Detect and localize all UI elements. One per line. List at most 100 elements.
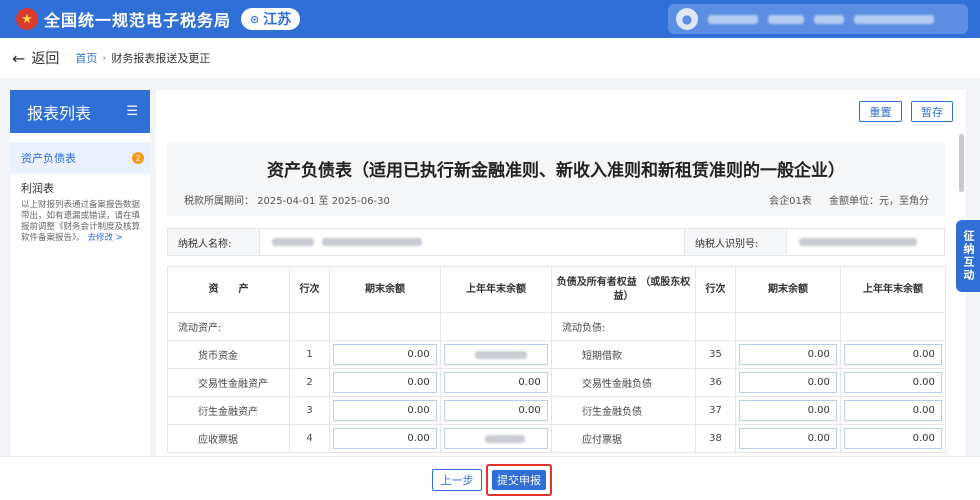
line-no: 36 [695,368,736,397]
liability-item-label: 衍生金融负债 [551,396,696,425]
taxpayer-info-row: 纳税人名称: 纳税人识别号: [167,228,945,256]
user-account-box[interactable]: ● [668,4,968,34]
section-current-liabilities: 流动负债: [551,312,696,341]
liability-item-label: 短期借款 [551,340,696,369]
back-arrow-icon[interactable]: ← [12,49,25,68]
section-current-assets: 流动资产: [167,312,290,341]
prev-balance-input[interactable]: 0.00 [844,344,942,365]
line-no: 37 [695,396,736,425]
prev-balance-input[interactable]: 0.00 [844,428,942,449]
report-header: 资产负债表（适用已执行新金融准则、新收入准则和新租赁准则的一般企业） 税款所属期… [167,142,945,216]
report-list-sidebar: 报表列表 ☰ 资产负债表 2 利润表 以上财报列表通过备案报告数据带出，如有遗漏… [10,90,150,456]
table-row: 应收票据 4 0.00 应付票据 38 0.00 0.00 [167,424,946,453]
national-emblem-icon: ★ [16,8,38,30]
redacted-user-name [708,14,758,24]
redacted-text [272,238,314,246]
end-balance-input[interactable]: 0.00 [739,400,837,421]
taxpayer-name-value [260,229,685,255]
liability-item-label: 交易性金融负债 [551,368,696,397]
user-avatar-icon: ● [676,8,698,30]
amount-unit: 金额单位：元，至角分 [829,196,929,207]
line-no: 3 [289,396,330,425]
table-row: 衍生金融资产 3 0.00 0.00 衍生金融负债 37 0.00 0.00 [167,396,946,425]
col-header-assets: 资 产 [167,266,290,313]
vertical-scrollbar[interactable] [959,134,964,192]
col-header-line-no: 行次 [695,266,736,313]
region-label: 江苏 [263,12,292,28]
modify-link[interactable]: 去修改 > [87,233,122,243]
redacted-value [475,351,528,359]
site-title: 全国统一规范电子税务局 [44,11,232,30]
prev-balance-input[interactable] [444,428,548,449]
back-button[interactable]: 返回 [31,48,59,68]
table-row: 货币资金 1 0.00 短期借款 35 0.00 0.00 [167,340,946,369]
redacted-text [799,238,917,246]
period-start: 2025-04-01 [257,196,316,207]
col-header-prev-year-balance: 上年年末余额 [440,266,552,313]
form-code: 会企01表 [769,196,812,207]
collapse-menu-icon[interactable]: ☰ [126,104,138,119]
end-balance-input[interactable]: 0.00 [739,372,837,393]
report-meta: 会企01表 金额单位：元，至角分 [755,192,929,207]
period-end: 2025-06-30 [331,196,390,207]
redacted-user-info [768,14,804,24]
submit-declaration-button[interactable]: 提交申报 [492,470,546,490]
line-no: 4 [289,424,330,453]
redacted-user-info [854,14,934,24]
liability-item-label: 应付票据 [551,424,696,453]
col-header-prev-year-balance: 上年年末余额 [840,266,946,313]
line-no: 2 [289,368,330,397]
end-balance-input[interactable]: 0.00 [333,428,437,449]
end-balance-input[interactable]: 0.00 [333,400,437,421]
taxpayer-id-label: 纳税人识别号: [685,229,787,255]
report-main-panel: 重置 暂存 资产负债表（适用已执行新金融准则、新收入准则和新租赁准则的一般企业）… [156,90,966,456]
taxpayer-id-value [787,229,944,255]
period-label: 税款所属期间： [184,196,254,207]
taxpayer-name-label: 纳税人名称: [168,229,260,255]
sidebar-header: 报表列表 ☰ [10,90,150,133]
prev-balance-input[interactable]: 0.00 [844,400,942,421]
line-no: 35 [695,340,736,369]
end-balance-input[interactable]: 0.00 [333,344,437,365]
breadcrumb-bar: ← 返回 首页 › 财务报表报送及更正 [0,38,980,78]
sidebar-title: 报表列表 [27,103,92,123]
previous-step-button[interactable]: 上一步 [432,469,482,491]
sidebar-item-label: 资产负债表 [21,152,76,165]
sidebar-item-income-statement[interactable]: 利润表 [10,176,150,200]
asset-item-label: 交易性金融资产 [167,368,290,397]
location-pin-icon: ⊙ [250,12,260,26]
sidebar-item-balance-sheet[interactable]: 资产负债表 2 [10,142,150,174]
period-to: 至 [318,196,329,207]
redacted-value [485,435,526,443]
table-header-row: 资 产 行次 期末余额 上年年末余额 负债及所有者权益 （或股东权益） 行次 期… [167,266,946,313]
bottom-action-bar: 上一步 提交申报 [0,456,980,500]
save-draft-button[interactable]: 暂存 [911,101,953,122]
interaction-side-tab[interactable]: 征纳互动 [956,220,980,292]
col-header-line-no: 行次 [289,266,330,313]
top-header: ★ 全国统一规范电子税务局 ⊙ 江苏 ● [0,0,980,38]
region-selector[interactable]: ⊙ 江苏 [241,8,301,30]
report-title: 资产负债表（适用已执行新金融准则、新收入准则和新租赁准则的一般企业） [267,161,845,181]
redacted-user-info [814,14,844,24]
reset-button[interactable]: 重置 [859,101,902,122]
count-badge: 2 [132,152,144,164]
balance-sheet-table: 资 产 行次 期末余额 上年年末余额 负债及所有者权益 （或股东权益） 行次 期… [167,266,946,453]
col-header-liabilities-equity: 负债及所有者权益 （或股东权益） [551,266,696,313]
prev-balance-input[interactable] [444,344,548,365]
tax-period: 税款所属期间： 2025-04-01 至 2025-06-30 [184,192,390,207]
breadcrumb-home-link[interactable]: 首页 [75,50,97,66]
end-balance-input[interactable]: 0.00 [333,372,437,393]
breadcrumb-current: 财务报表报送及更正 [111,52,211,65]
submit-highlight-frame: 提交申报 [486,464,552,496]
table-section-row: 流动资产: 流动负债: [167,312,946,341]
line-no: 1 [289,340,330,369]
breadcrumb-separator: › [102,52,107,64]
prev-balance-input[interactable]: 0.00 [844,372,942,393]
sidebar-note: 以上财报列表通过备案报告数据带出，如有遗漏或错误，请在填报前调整《财务会计制度及… [10,200,150,244]
prev-balance-input[interactable]: 0.00 [444,372,548,393]
end-balance-input[interactable]: 0.00 [739,344,837,365]
sidebar-item-label: 利润表 [21,182,54,195]
prev-balance-input[interactable]: 0.00 [444,400,548,421]
line-no: 38 [695,424,736,453]
end-balance-input[interactable]: 0.00 [739,428,837,449]
